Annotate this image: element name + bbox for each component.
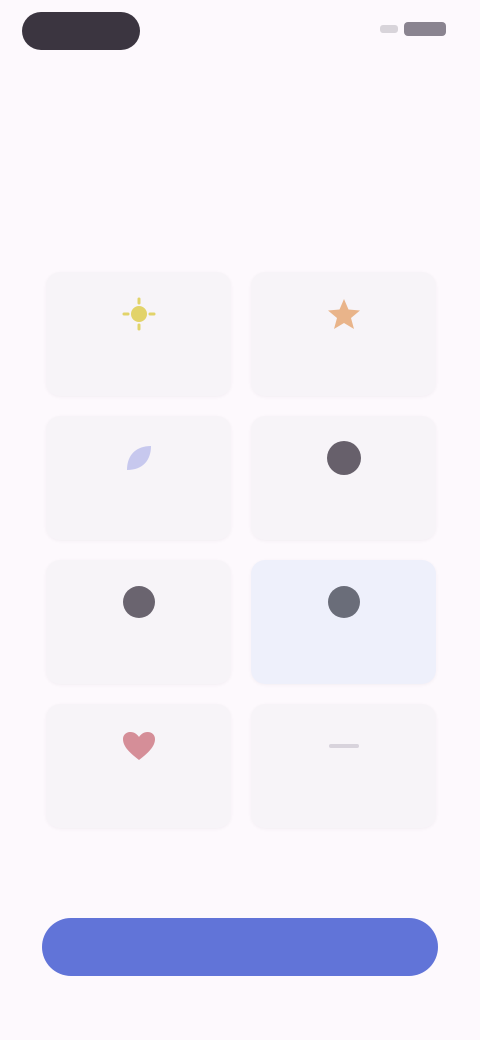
battery-icon [404,22,446,36]
option-card[interactable] [251,416,436,540]
status-icons [380,22,446,36]
option-card[interactable] [46,704,231,828]
circle-icon [119,582,159,622]
continue-button[interactable] [42,918,438,976]
circle-icon [324,438,364,478]
status-bar [0,0,480,64]
option-card[interactable] [46,416,231,540]
circle-icon [324,582,364,622]
option-card[interactable] [46,272,231,396]
leaf-icon [119,438,159,478]
signal-icon [380,25,398,33]
heart-icon [119,726,159,766]
option-card[interactable] [251,704,436,828]
option-card[interactable] [46,560,231,684]
sun-icon [119,294,159,334]
back-button[interactable] [22,12,140,50]
option-card-selected[interactable] [251,560,436,684]
dash-icon [324,726,364,766]
option-card[interactable] [251,272,436,396]
options-grid [46,272,436,828]
star-icon [324,294,364,334]
